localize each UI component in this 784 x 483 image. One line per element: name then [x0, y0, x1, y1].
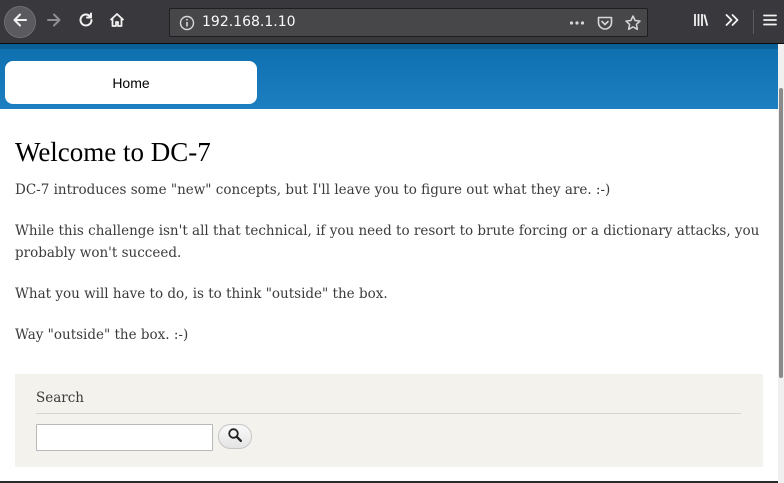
more-dots-icon[interactable]	[567, 13, 587, 33]
main-content: Welcome to DC-7 DC-7 introduces some "ne…	[15, 137, 765, 365]
search-input[interactable]	[36, 424, 213, 451]
pocket-icon[interactable]	[595, 13, 615, 33]
home-button[interactable]	[102, 7, 132, 37]
paragraph: While this challenge isn't all that tech…	[15, 223, 760, 261]
search-heading: Search	[36, 390, 84, 406]
page-scrollbar[interactable]	[778, 44, 784, 483]
nav-home-label: Home	[112, 74, 150, 91]
paragraph: DC-7 introduces some "new" concepts, but…	[15, 182, 611, 198]
page-title: Welcome to DC-7	[15, 137, 211, 167]
forward-button[interactable]	[39, 7, 69, 37]
header-top-strip	[0, 44, 778, 49]
main-menu-button[interactable]	[755, 7, 784, 37]
toolbar-separator	[753, 10, 754, 34]
nav-home-tab[interactable]: Home	[5, 61, 257, 104]
double-chevron-icon	[723, 11, 741, 33]
hamburger-icon	[762, 12, 778, 32]
paragraph: Way "outside" the box. :-)	[15, 327, 189, 343]
reload-icon	[77, 11, 95, 33]
magnifier-icon	[227, 427, 243, 447]
arrow-left-icon	[11, 11, 29, 33]
info-icon[interactable]	[177, 13, 197, 33]
reload-button[interactable]	[71, 7, 101, 37]
library-icon	[692, 11, 710, 33]
search-block: Search	[15, 374, 763, 467]
star-icon[interactable]	[623, 13, 643, 33]
search-button[interactable]	[218, 424, 252, 449]
overflow-menu-button[interactable]	[717, 7, 747, 37]
address-bar[interactable]: 192.168.1.10	[169, 8, 648, 37]
paragraph: What you will have to do, is to think "o…	[15, 286, 388, 302]
home-icon	[108, 11, 126, 33]
library-button[interactable]	[686, 7, 716, 37]
search-divider	[36, 413, 741, 414]
scrollbar-thumb[interactable]	[779, 88, 783, 378]
back-button[interactable]	[4, 6, 36, 38]
url-text[interactable]: 192.168.1.10	[202, 14, 296, 30]
browser-toolbar: 192.168.1.10	[0, 0, 784, 44]
arrow-right-icon	[45, 11, 63, 33]
